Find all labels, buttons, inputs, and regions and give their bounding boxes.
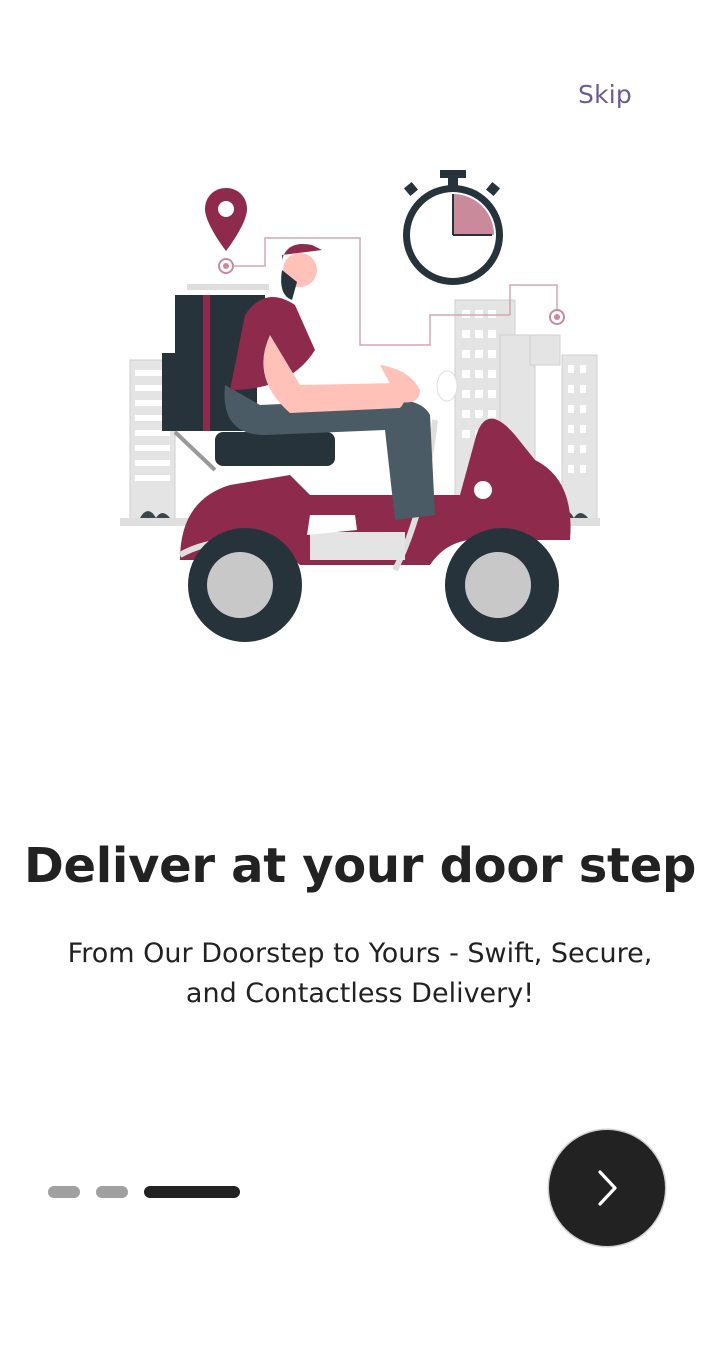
stopwatch-icon <box>403 170 503 285</box>
next-button[interactable] <box>549 1130 665 1246</box>
chevron-right-icon <box>598 1170 617 1206</box>
subtitle-line-2: and Contactless Delivery! <box>185 978 535 1009</box>
onboarding-subtitle: From Our Doorstep to Yours - Swift, Secu… <box>30 934 690 1014</box>
page-dot-2[interactable] <box>96 1186 128 1198</box>
delivery-scooter-illustration <box>120 170 600 642</box>
page-dot-3-active[interactable] <box>144 1186 240 1198</box>
skip-button[interactable]: Skip <box>578 80 632 109</box>
page-dot-1[interactable] <box>48 1186 80 1198</box>
pagination-indicator <box>48 1186 240 1200</box>
subtitle-line-1: From Our Doorstep to Yours - Swift, Secu… <box>67 938 653 969</box>
onboarding-title: Deliver at your door step <box>23 838 697 894</box>
location-pin-icon <box>205 188 247 274</box>
